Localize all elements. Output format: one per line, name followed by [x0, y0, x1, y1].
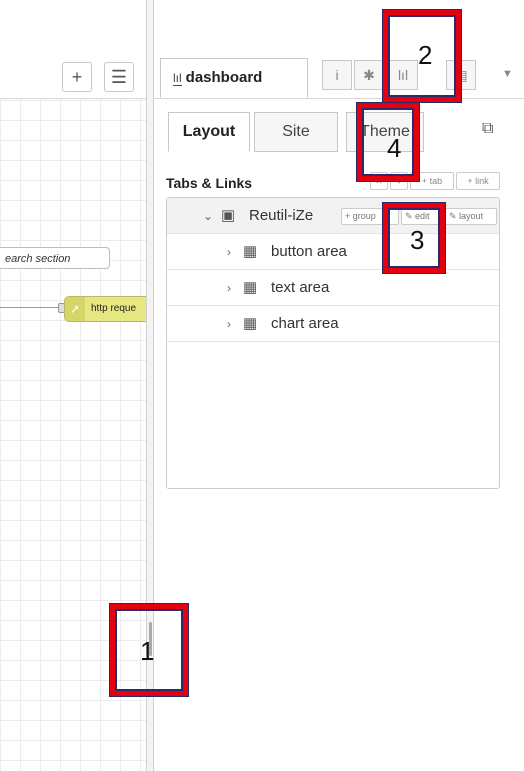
chevron-right-icon[interactable]: ›: [227, 270, 231, 306]
http-request-node[interactable]: ➚ http reque: [64, 296, 146, 322]
layout-button[interactable]: ✎ layout: [445, 208, 497, 225]
chevron-right-icon[interactable]: ›: [227, 234, 231, 270]
tree-tab-row[interactable]: ⌄ ▣ Reutil-iZe + group ✎ edit ✎ layout: [167, 198, 499, 234]
annotation-number: 3: [410, 225, 425, 255]
chevron-down-icon[interactable]: ▼: [502, 68, 513, 80]
canvas-toolbar: + ☰: [0, 0, 146, 99]
external-link-icon[interactable]: ⧉: [482, 120, 493, 138]
wire: [0, 307, 62, 308]
info-icon[interactable]: i: [322, 60, 352, 90]
annotation-number: 2: [418, 40, 433, 70]
chevron-right-icon[interactable]: ›: [227, 306, 231, 342]
section-title: Tabs & Links: [166, 175, 253, 191]
sidebar: lıl dashboard i ✱ lıl ▤ ▼ Layout Site The…: [154, 0, 524, 771]
tab-layout[interactable]: Layout: [168, 112, 250, 152]
chevron-down-icon[interactable]: ⌄: [203, 198, 213, 234]
tree-group-row[interactable]: › ▦ chart area: [167, 306, 499, 342]
dashboard-icon: lıl: [173, 71, 182, 86]
add-link-button[interactable]: + link: [456, 172, 500, 190]
add-icon[interactable]: +: [62, 62, 92, 92]
tab-icon: ▣: [221, 207, 236, 224]
arrow-icon: ➚: [65, 297, 85, 321]
tab-dashboard[interactable]: lıl dashboard: [160, 58, 308, 98]
grid-icon: ▦: [243, 315, 258, 332]
tab-site[interactable]: Site: [254, 112, 338, 152]
annotation-number: 4: [387, 133, 402, 163]
grid-icon: ▦: [243, 243, 258, 260]
grid-icon: ▦: [243, 279, 258, 296]
tree-group-row[interactable]: › ▦ button area: [167, 234, 499, 270]
debug-icon[interactable]: ✱: [354, 60, 384, 90]
list-icon[interactable]: ☰: [104, 62, 134, 92]
tab-label: Reutil-iZe: [249, 207, 314, 224]
tree-group-row[interactable]: › ▦ text area: [167, 270, 499, 306]
comment-node[interactable]: earch section: [0, 247, 110, 269]
sidebar-tabbar: lıl dashboard i ✱ lıl ▤ ▼: [154, 0, 524, 99]
tabs-tree: ⌄ ▣ Reutil-iZe + group ✎ edit ✎ layout ›…: [166, 197, 500, 489]
annotation-number: 1: [140, 636, 155, 666]
